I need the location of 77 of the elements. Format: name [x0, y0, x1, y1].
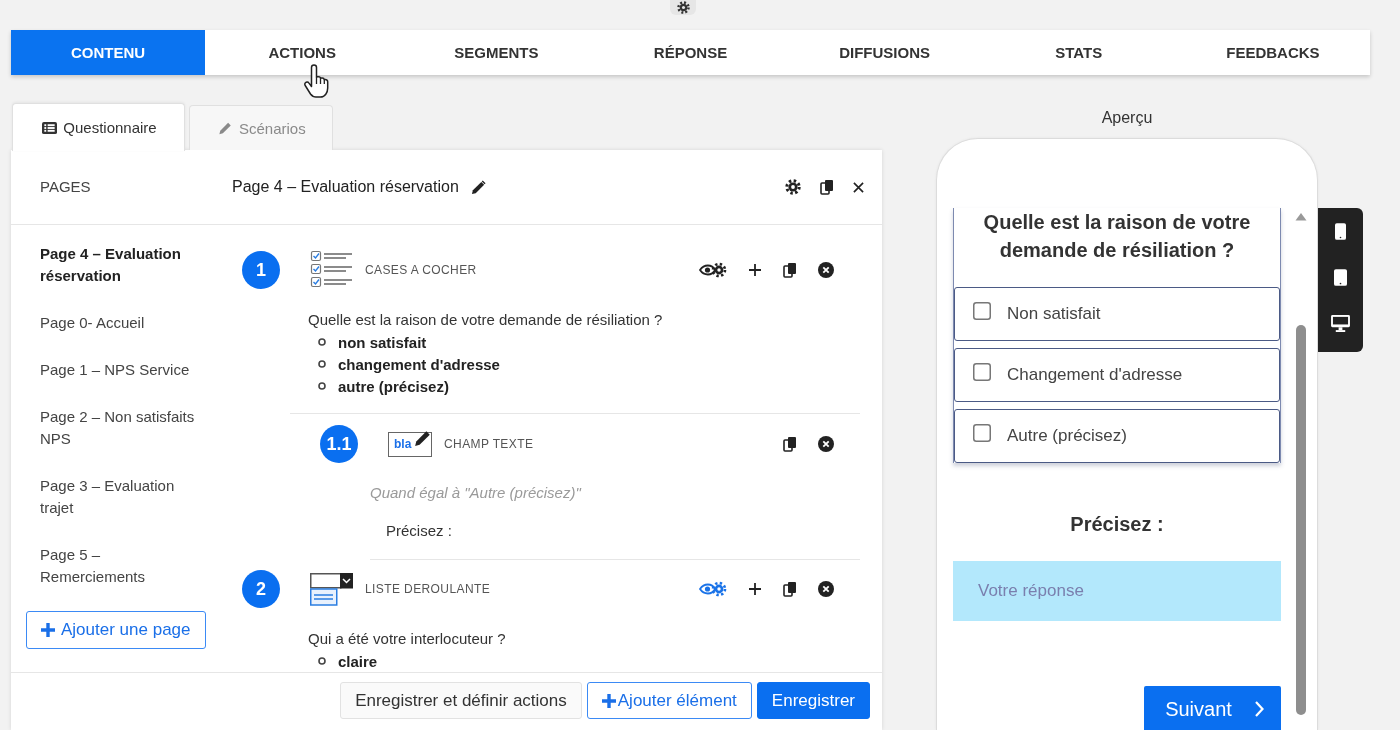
bullet-icon: [318, 657, 326, 665]
question-type-label: CASES A COCHER: [365, 263, 477, 277]
delete-icon[interactable]: [818, 436, 834, 452]
next-button[interactable]: Suivant: [1144, 686, 1281, 730]
page-list-item[interactable]: Page 5 – Remerciements: [40, 544, 202, 588]
nav-tab[interactable]: DIFFUSIONS: [787, 30, 982, 75]
copy-icon[interactable]: [783, 262, 797, 278]
bullet-icon: [318, 382, 326, 390]
bullet-icon: [318, 360, 326, 368]
page-list-item[interactable]: Page 0- Accueil: [40, 312, 202, 334]
delete-icon[interactable]: [818, 581, 834, 597]
page-title: Page 4 – Evaluation réservation: [232, 178, 459, 196]
save-and-actions-button[interactable]: Enregistrer et définir actions: [340, 682, 582, 719]
option-text: non satisfait: [338, 333, 427, 351]
plus-icon[interactable]: [748, 582, 762, 596]
add-element-button[interactable]: Ajouter élément: [586, 682, 752, 719]
monitor-icon[interactable]: [1331, 315, 1350, 332]
answer-field[interactable]: Votre réponse: [953, 561, 1281, 621]
copy-icon[interactable]: [783, 581, 797, 597]
list-icon: [42, 120, 58, 135]
plus-icon[interactable]: [748, 263, 762, 277]
preview-question: Quelle est la raison de votre demande de résiliation ?: [982, 210, 1252, 263]
pages-heading: PAGES: [40, 178, 91, 195]
question-text: Précisez :: [386, 522, 452, 539]
bullet-icon: [318, 338, 326, 346]
nav-tab[interactable]: SEGMENTS: [399, 30, 594, 75]
add-page-button[interactable]: Ajouter une page: [26, 611, 206, 649]
copy-icon[interactable]: [783, 436, 797, 452]
copy-icon[interactable]: [820, 179, 834, 195]
condition-text: Quand égal à "Autre (précisez)": [370, 484, 581, 501]
dropdown-icon: [310, 572, 353, 606]
pencil-icon[interactable]: [470, 179, 486, 195]
nav-tab[interactable]: FEEDBACKS: [1175, 30, 1370, 75]
page-list-item[interactable]: Page 3 – Evaluation trajet: [40, 475, 202, 519]
settings-button[interactable]: [670, 0, 696, 15]
question-text: Quelle est la raison de votre demande de résiliation ?: [308, 311, 663, 328]
editor-tab[interactable]: Questionnaire: [12, 103, 185, 151]
nav-tab[interactable]: CONTENU: [11, 30, 206, 75]
plus-icon: [41, 623, 55, 637]
nav-tab[interactable]: STATS: [981, 30, 1176, 75]
option-text: changement d'adresse: [338, 355, 500, 373]
page-list-item[interactable]: Page 1 – NPS Service: [40, 359, 202, 381]
tablet-icon[interactable]: [1334, 269, 1347, 286]
checkbox[interactable]: [973, 424, 991, 442]
page-list-item[interactable]: Page 2 – Non satisfaits NPS: [40, 406, 202, 450]
checkbox[interactable]: [973, 363, 991, 381]
question-number: 1: [242, 251, 280, 289]
pencil-icon: [414, 428, 432, 447]
scrollbar-thumb[interactable]: [1296, 325, 1306, 715]
question-type-label: CHAMP TEXTE: [444, 437, 534, 451]
answer-option[interactable]: Autre (précisez): [954, 409, 1280, 463]
icon-text: bla: [394, 437, 412, 451]
save-button[interactable]: Enregistrer: [756, 682, 870, 719]
settings-icon[interactable]: [785, 179, 801, 195]
question-number: 2: [242, 570, 280, 608]
eye-gear-icon[interactable]: [699, 261, 727, 279]
field-label: Précisez :: [1070, 512, 1164, 536]
answer-option[interactable]: Changement d'adresse: [954, 348, 1280, 402]
nav-tab[interactable]: RÉPONSE: [593, 30, 788, 75]
question-text: Qui a été votre interlocuteur ?: [308, 630, 506, 647]
answer-option[interactable]: Non satisfait: [954, 287, 1280, 341]
question-number: 1.1: [320, 425, 358, 463]
phone-icon[interactable]: [1335, 223, 1346, 240]
delete-icon[interactable]: [818, 262, 834, 278]
option-text: claire: [338, 652, 378, 670]
checklist-icon: [310, 250, 353, 290]
chevron-right-icon: [1253, 701, 1264, 717]
nav-tab[interactable]: ACTIONS: [205, 30, 400, 75]
pencil-icon: [218, 121, 233, 135]
page-list-item[interactable]: Page 4 – Evaluation réservation: [40, 243, 202, 287]
scroll-up-icon[interactable]: [1295, 212, 1307, 221]
checkbox[interactable]: [973, 302, 991, 320]
close-icon[interactable]: [853, 181, 864, 193]
question-type-label: LISTE DEROULANTE: [365, 582, 491, 596]
option-text: autre (précisez): [338, 377, 449, 395]
plus-icon: [601, 693, 616, 708]
preview-heading: Aperçu: [1101, 108, 1153, 128]
